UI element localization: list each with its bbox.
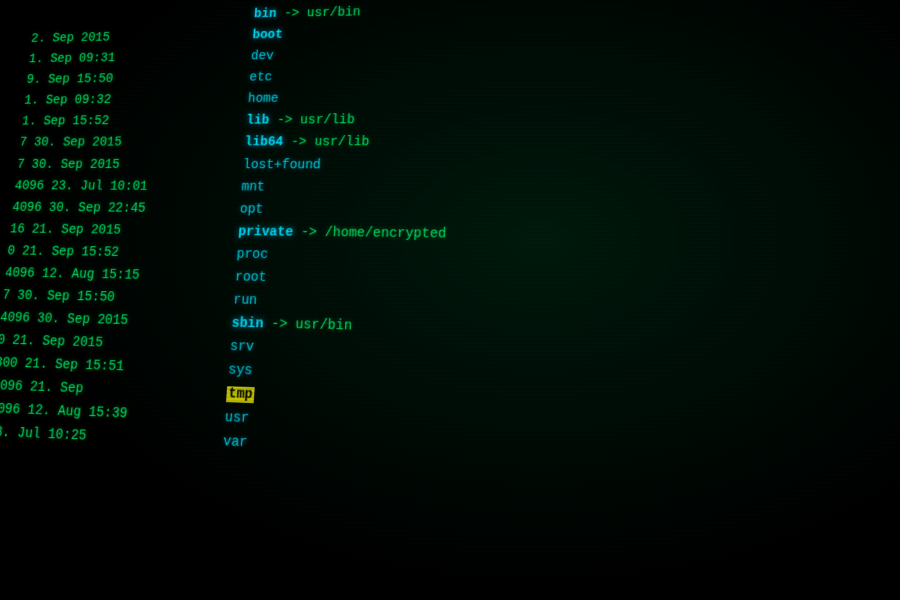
dir-link: -> usr/bin (284, 6, 361, 21)
dir-link: -> usr/lib (290, 136, 369, 151)
left-line: 1. Sep 09:32 (23, 89, 244, 112)
dir-name: lost+found (243, 158, 322, 173)
dir-name: dev (250, 49, 274, 63)
left-line: 4096 30. Sep 22:45 (11, 197, 236, 221)
right-column: bin -> usr/bin boot dev etc home lib - (204, 0, 900, 600)
dir-name: sbin (231, 316, 264, 332)
dir-name: home (247, 92, 279, 107)
terminal-window: 2. Sep 2015 1. Sep 09:31 9. Sep 15:50 1.… (0, 0, 900, 600)
left-line: 7 30. Sep 2015 (16, 154, 239, 176)
left-line: 7 30. Sep 2015 (18, 132, 241, 154)
dir-name: root (234, 270, 267, 286)
left-line: 1. Sep 15:52 (21, 110, 243, 132)
dir-name-tmp: tmp (226, 387, 255, 404)
dir-name: proc (236, 247, 268, 263)
left-line: 4096 23. Jul 10:01 (14, 175, 238, 198)
dir-name: lib64 (244, 136, 284, 151)
dir-link: -> usr/bin (271, 317, 353, 335)
dir-name: sys (228, 363, 253, 379)
ls-output-grid: 2. Sep 2015 1. Sep 09:31 9. Sep 15:50 1.… (0, 0, 900, 600)
left-line: 16 21. Sep 2015 (9, 219, 235, 244)
left-line: 1. Sep 09:31 (28, 46, 247, 70)
dir-link: -> /home/encrypted (301, 225, 447, 242)
dir-line: lib -> usr/lib (245, 106, 900, 132)
dir-name: usr (224, 410, 249, 427)
terminal-content: 2. Sep 2015 1. Sep 09:31 9. Sep 15:50 1.… (0, 0, 900, 600)
dir-name: etc (249, 71, 273, 85)
dir-name: run (233, 293, 258, 309)
dir-name: var (222, 435, 247, 452)
dir-name: bin (253, 7, 277, 21)
dir-line: lost+found (242, 154, 900, 178)
left-line: 9. Sep 15:50 (25, 68, 245, 91)
dir-link: -> usr/lib (276, 113, 355, 128)
dir-name: lib (246, 114, 270, 129)
dir-name: opt (239, 202, 263, 217)
dir-name: private (238, 225, 294, 241)
dir-line: lib64 -> usr/lib (244, 130, 900, 154)
dir-name: mnt (241, 180, 265, 195)
dir-name: srv (229, 339, 254, 355)
dir-name: boot (252, 28, 283, 43)
